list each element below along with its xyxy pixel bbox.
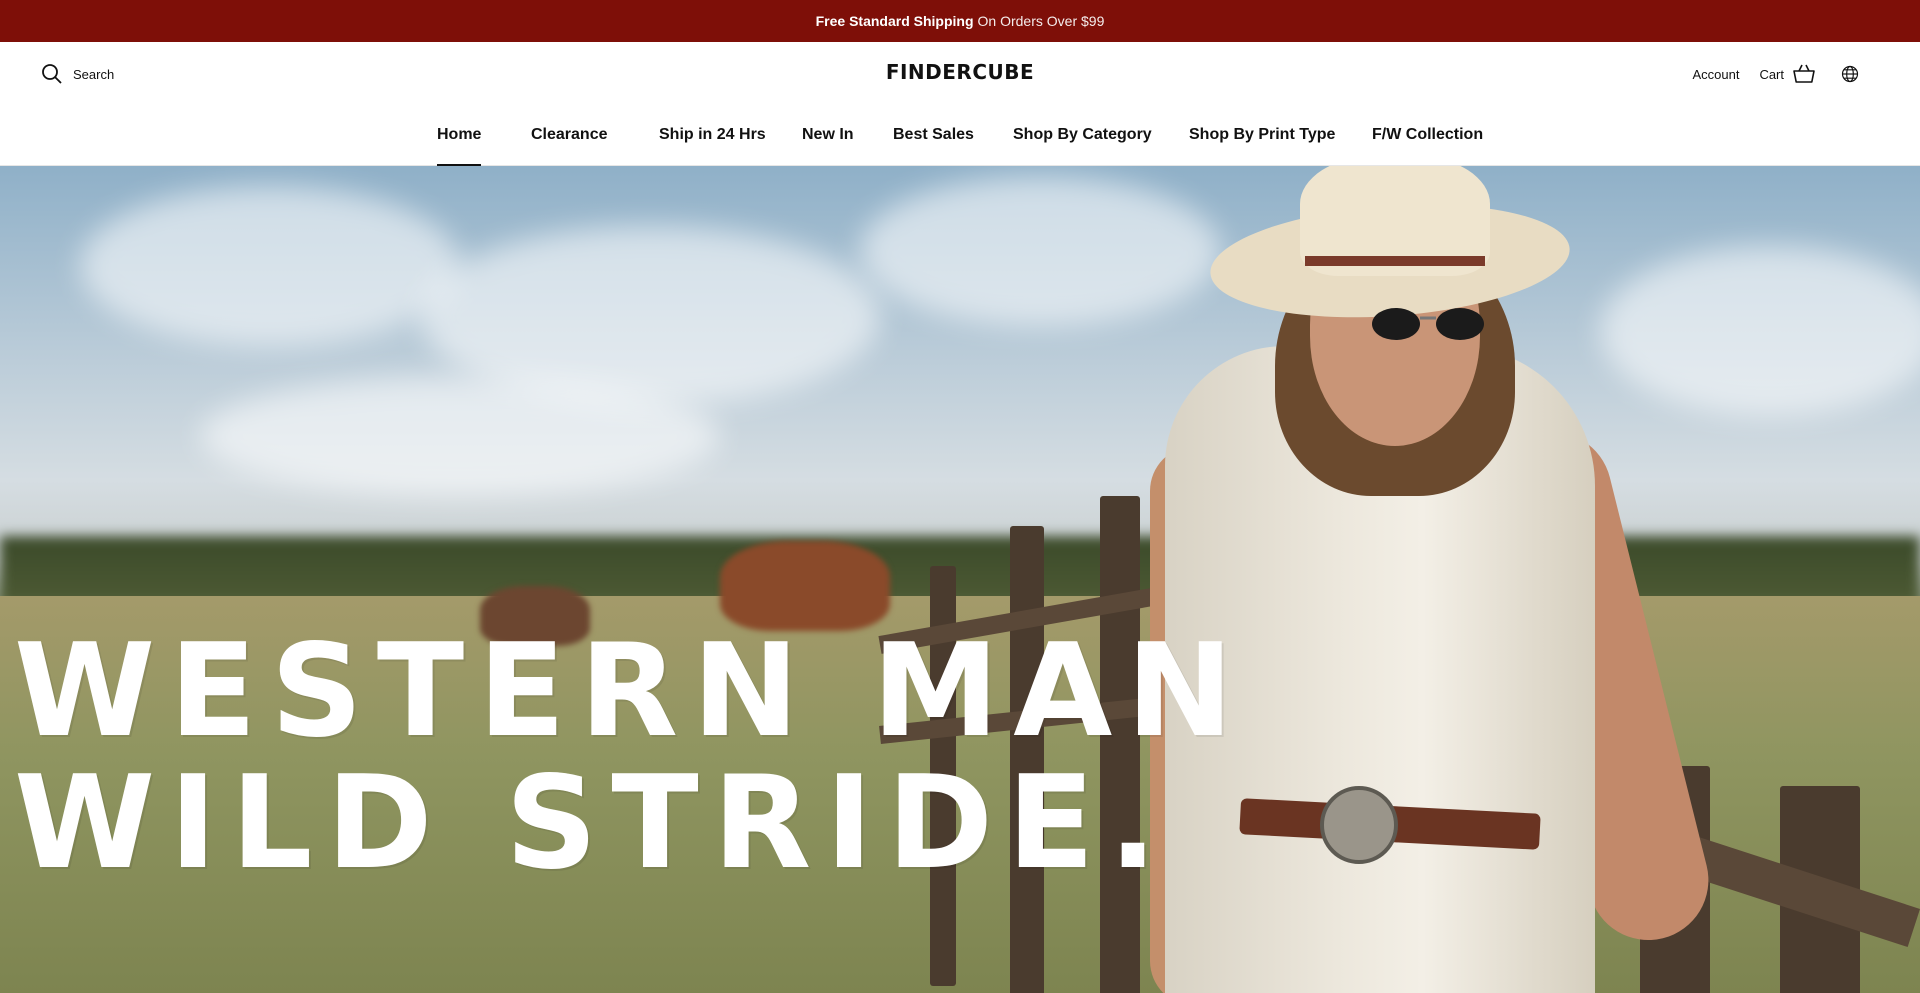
hero-cloud [1600, 246, 1920, 416]
hero-title: WESTERN MAN WILD STRIDE. [14, 626, 1247, 890]
cart-button[interactable]: Cart [1759, 62, 1816, 86]
hero-title-line-1: WESTERN MAN [14, 617, 1248, 766]
nav-item-ship-in-24-hrs[interactable]: Ship in 24 Hrs [659, 104, 766, 165]
cart-label: Cart [1759, 66, 1784, 82]
hero-model-hat-band [1305, 256, 1485, 266]
nav-item-shop-by-print-type[interactable]: Shop By Print Type [1189, 104, 1335, 165]
header-actions: Account Cart [1692, 61, 1860, 87]
site-logo[interactable]: FINDERCUBE [875, 60, 1045, 84]
hero-cloud [200, 376, 720, 496]
main-navigation: Home Clearance Ship in 24 Hrs New In Bes… [0, 104, 1920, 166]
announcement-bar: Free Standard Shipping On Orders Over $9… [0, 0, 1920, 42]
cart-icon [1793, 64, 1815, 83]
hero-title-line-2: WILD STRIDE. [14, 749, 1172, 898]
hero-banner[interactable]: WESTERN MAN WILD STRIDE. [0, 166, 1920, 993]
announcement-text: On Orders Over $99 [977, 13, 1105, 29]
hero-model-belt-buckle [1320, 786, 1398, 864]
hero-cloud [80, 186, 460, 346]
nav-item-new-in[interactable]: New In [802, 104, 854, 165]
nav-item-best-sales[interactable]: Best Sales [893, 104, 974, 165]
site-header: Search FINDERCUBE Account Cart [0, 42, 1920, 105]
hero-cloud [860, 176, 1220, 326]
nav-item-fw-collection[interactable]: F/W Collection [1372, 104, 1483, 165]
nav-item-home[interactable]: Home [437, 104, 482, 166]
nav-item-shop-by-category[interactable]: Shop By Category [1013, 104, 1152, 165]
nav-item-clearance[interactable]: Clearance [531, 104, 608, 165]
globe-icon[interactable] [1840, 64, 1860, 84]
account-link[interactable]: Account [1692, 67, 1739, 82]
announcement-bold-text: Free Standard Shipping [815, 13, 974, 29]
search-label: Search [73, 66, 115, 82]
search-icon [42, 64, 62, 84]
search-button[interactable]: Search [40, 61, 114, 87]
hero-model-sunglasses [1372, 308, 1484, 340]
